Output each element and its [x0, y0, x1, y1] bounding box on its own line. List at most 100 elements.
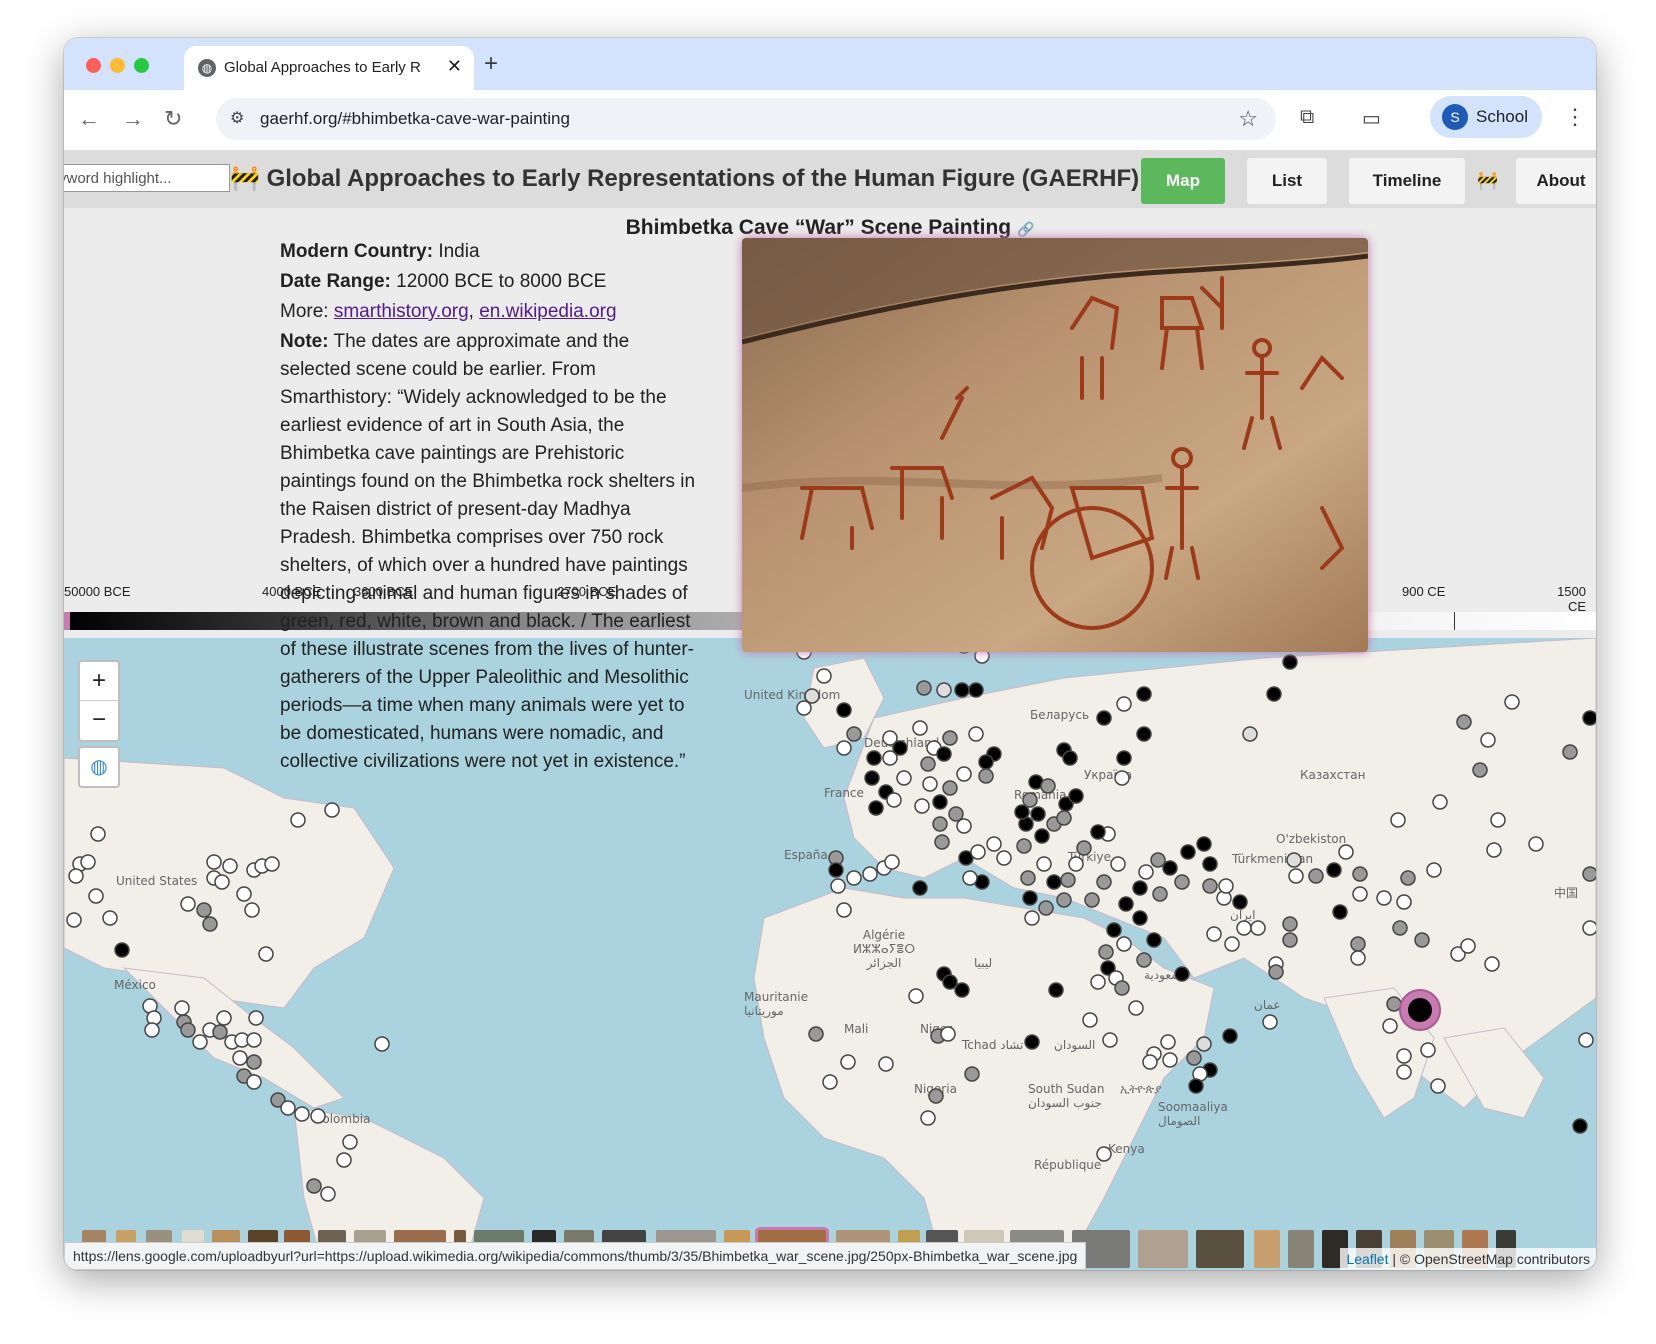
wikipedia-link[interactable]: en.wikipedia.org	[479, 301, 616, 322]
map-marker	[912, 720, 928, 736]
construction-icon: 🚧	[230, 165, 260, 192]
map-marker	[1022, 890, 1038, 906]
site-header: 🚧 Global Approaches to Early Representat…	[64, 150, 1596, 208]
extensions-icon[interactable]: ⧉	[1300, 106, 1314, 129]
link-icon[interactable]: 🔗	[1017, 221, 1034, 237]
map-marker	[828, 862, 844, 878]
profile-name: School	[1476, 107, 1528, 126]
keyword-highlight-input[interactable]	[64, 164, 230, 192]
tab-search-icon[interactable]: ▭	[1362, 106, 1381, 131]
zoom-out-button[interactable]: −	[80, 701, 118, 739]
thumbnail[interactable]	[1288, 1230, 1314, 1268]
map-marker	[1048, 982, 1064, 998]
map-marker	[1562, 744, 1578, 760]
map-marker	[1250, 920, 1266, 936]
map-marker	[936, 746, 952, 762]
close-icon[interactable]: ✕	[447, 56, 462, 77]
about-button[interactable]: About	[1516, 158, 1596, 204]
globe-icon[interactable]: ◍	[78, 746, 120, 788]
map-marker	[1460, 938, 1476, 954]
map-marker	[1326, 862, 1342, 878]
map-marker	[878, 1056, 894, 1072]
map-marker	[940, 1026, 956, 1042]
map-marker	[1396, 894, 1412, 910]
map-marker	[1282, 916, 1298, 932]
zoom-in-button[interactable]: +	[80, 662, 118, 701]
forward-icon[interactable]: →	[122, 106, 144, 132]
thumbnail[interactable]	[1254, 1230, 1280, 1268]
site-settings-icon[interactable]: ⚙	[230, 108, 244, 128]
map-marker	[294, 1106, 310, 1122]
leaflet-link[interactable]: Leaflet	[1346, 1251, 1388, 1267]
thumbnail[interactable]	[1138, 1230, 1188, 1268]
map-marker	[1036, 856, 1052, 872]
map-marker	[836, 740, 852, 756]
map-marker	[202, 916, 218, 932]
list-button[interactable]: List	[1247, 158, 1327, 204]
map-marker	[246, 1032, 262, 1048]
map-marker	[1242, 726, 1258, 742]
timeline-label: 900 CE	[1402, 584, 1446, 599]
map-marker	[1024, 1034, 1040, 1050]
browser-window: ◍ Global Approaches to Early R ✕ + ← → ↻…	[64, 38, 1596, 1270]
map-marker	[914, 798, 930, 814]
date-range-value: 12000 BCE to 8000 BCE	[396, 271, 607, 292]
map-marker	[1202, 856, 1218, 872]
more-label: More:	[280, 301, 329, 322]
map-marker	[1350, 950, 1366, 966]
bookmark-star-icon[interactable]: ☆	[1238, 106, 1258, 132]
map-marker	[1116, 696, 1132, 712]
map-marker	[1202, 878, 1218, 894]
map-marker	[1022, 792, 1038, 808]
map-marker	[1016, 838, 1032, 854]
map-marker	[1338, 844, 1354, 860]
more-menu-icon[interactable]: ⋮	[1564, 104, 1586, 130]
map-marker	[916, 680, 932, 696]
profile-button[interactable]: S School	[1430, 96, 1542, 138]
smarthistory-link[interactable]: smarthistory.org	[334, 301, 469, 322]
globe-icon: ◍	[198, 59, 216, 77]
map-marker	[1286, 852, 1302, 868]
address-bar[interactable]: ⚙ gaerhf.org/#bhimbetka-cave-war-paintin…	[216, 98, 1276, 140]
map-marker	[1096, 1146, 1112, 1162]
map-button[interactable]: Map	[1141, 158, 1225, 204]
thumbnail[interactable]	[1196, 1230, 1244, 1268]
bhimbetka-painting-image[interactable]	[742, 238, 1368, 652]
browser-tab[interactable]: ◍ Global Approaches to Early R ✕	[184, 46, 474, 90]
map-marker	[1114, 770, 1130, 786]
back-icon[interactable]: ←	[78, 106, 100, 132]
map-marker	[1308, 868, 1324, 884]
new-tab-button[interactable]: +	[484, 50, 498, 78]
map-marker	[1430, 1078, 1446, 1094]
map-marker	[1160, 1034, 1176, 1050]
map-marker	[102, 910, 118, 926]
map-marker	[324, 802, 340, 818]
map-marker	[1030, 806, 1046, 822]
close-window-button[interactable]	[86, 58, 101, 73]
minimize-window-button[interactable]	[110, 58, 125, 73]
maximize-window-button[interactable]	[134, 58, 149, 73]
tab-bar: ◍ Global Approaches to Early R ✕ +	[64, 38, 1596, 90]
map-marker	[1062, 750, 1078, 766]
map-marker	[920, 1110, 936, 1126]
map-marker	[1392, 920, 1408, 936]
timeline-tick	[1454, 612, 1455, 630]
map-marker	[1376, 890, 1392, 906]
map-marker	[1352, 886, 1368, 902]
map-marker	[68, 868, 84, 884]
browser-toolbar: ← → ↻ ⚙ gaerhf.org/#bhimbetka-cave-war-p…	[64, 90, 1596, 150]
map-marker	[1146, 932, 1162, 948]
map-marker	[1110, 856, 1126, 872]
tab-title: Global Approaches to Early R	[224, 59, 421, 76]
note-text: The dates are approximate and the select…	[280, 331, 696, 772]
timeline-button[interactable]: Timeline	[1349, 158, 1465, 204]
map-marker	[1136, 726, 1152, 742]
map-marker	[1024, 910, 1040, 926]
map-marker	[180, 1022, 196, 1038]
reload-icon[interactable]: ↻	[164, 106, 182, 132]
map-marker	[1396, 1064, 1412, 1080]
map-marker	[1582, 866, 1596, 882]
map-marker	[1582, 710, 1596, 726]
map-marker	[1132, 910, 1148, 926]
map-marker	[1132, 880, 1148, 896]
